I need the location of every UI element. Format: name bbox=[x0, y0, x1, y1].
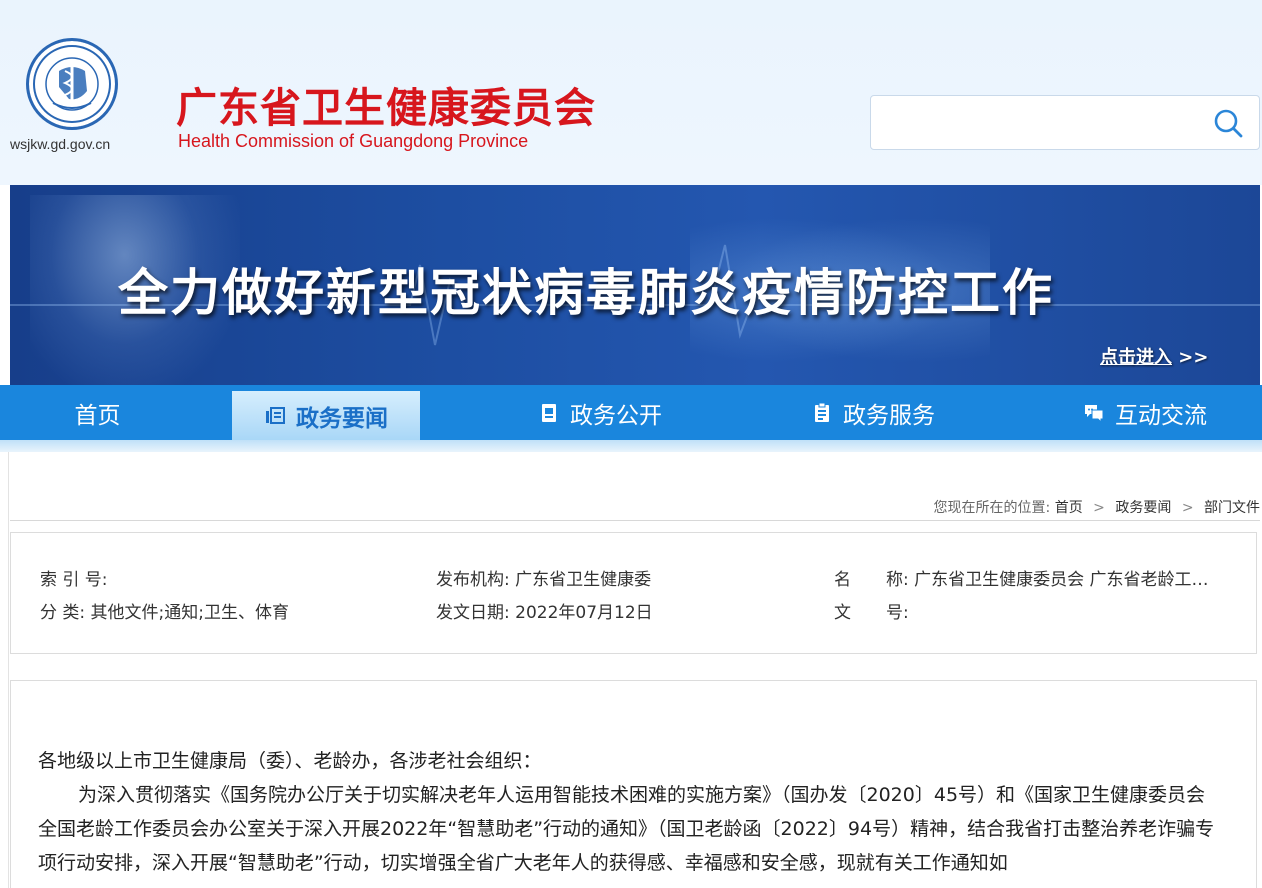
banner-enter-label: 点击进入 bbox=[1100, 347, 1172, 368]
breadcrumb-separator: > bbox=[1181, 500, 1194, 516]
meta-publisher-value: 广东省卫生健康委 bbox=[515, 570, 652, 590]
site-domain: wsjkw.gd.gov.cn bbox=[10, 136, 111, 152]
covid-banner[interactable]: 全力做好新型冠状病毒肺炎疫情防控工作 点击进入 >> bbox=[10, 185, 1260, 385]
chat-icon bbox=[1085, 404, 1104, 423]
meta-index: 索 引 号: bbox=[40, 565, 108, 590]
article-paragraph: 为深入贯彻落实《国务院办公厅关于切实解决老年人运用智能技术困难的实施方案》（国办… bbox=[38, 784, 1215, 874]
site-title[interactable]: 广东省卫生健康委员会 bbox=[176, 74, 596, 134]
search-icon[interactable] bbox=[1211, 106, 1245, 140]
meta-doc-no-label-2: 号: bbox=[886, 603, 909, 623]
breadcrumb-divider bbox=[10, 520, 1260, 521]
meta-name-value: 广东省卫生健康委员会 广东省老龄工… bbox=[914, 570, 1209, 590]
breadcrumb-prefix: 您现在所在的位置: bbox=[933, 500, 1051, 516]
nav-item-label: 政务要闻 bbox=[296, 405, 388, 432]
meta-name: 称: 广东省卫生健康委员会 广东省老龄工… bbox=[886, 565, 1226, 590]
document-meta-box bbox=[10, 532, 1257, 654]
search-input[interactable] bbox=[879, 104, 1199, 142]
nav-item-home[interactable]: 首页 bbox=[0, 385, 195, 440]
article-salutation: 各地级以上市卫生健康局（委）、老龄办，各涉老社会组织： bbox=[38, 750, 542, 772]
meta-date: 发文日期: 2022年07月12日 bbox=[436, 598, 653, 623]
meta-name-label-2: 称: bbox=[886, 570, 909, 590]
meta-publisher-label: 发布机构: bbox=[436, 570, 510, 590]
nav-item-services[interactable]: 政务服务 bbox=[773, 385, 973, 440]
banner-enter-link[interactable]: 点击进入 >> bbox=[1100, 343, 1208, 369]
nav-item-label: 政务服务 bbox=[843, 402, 935, 429]
breadcrumb-dept-docs[interactable]: 部门文件 bbox=[1204, 500, 1260, 516]
site-subtitle: Health Commission of Guangdong Province bbox=[178, 131, 529, 151]
meta-date-label: 发文日期: bbox=[436, 603, 510, 623]
nav-item-label: 首页 bbox=[74, 402, 121, 429]
nav-item-interaction[interactable]: 互动交流 bbox=[1045, 385, 1245, 440]
nav-shadow bbox=[0, 440, 1262, 452]
site-header: wsjkw.gd.gov.cn 广东省卫生健康委员会 Health Commis… bbox=[0, 0, 1262, 185]
meta-publisher: 发布机构: 广东省卫生健康委 bbox=[436, 565, 651, 590]
meta-doc-no: 号: bbox=[886, 598, 909, 623]
meta-category-label: 分 类: bbox=[40, 603, 86, 623]
breadcrumb: 您现在所在的位置: 首页 > 政务要闻 > 部门文件 bbox=[934, 497, 1260, 517]
breadcrumb-home[interactable]: 首页 bbox=[1055, 500, 1083, 516]
nav-item-label: 互动交流 bbox=[1115, 402, 1207, 429]
meta-date-value: 2022年07月12日 bbox=[515, 603, 653, 623]
search-box bbox=[870, 95, 1260, 150]
health-commission-emblem-icon[interactable] bbox=[26, 38, 118, 130]
banner-headline: 全力做好新型冠状病毒肺炎疫情防控工作 bbox=[118, 264, 1054, 322]
meta-category-value: 其他文件;通知;卫生、体育 bbox=[90, 603, 290, 623]
breadcrumb-separator: > bbox=[1093, 500, 1105, 516]
nav-item-news[interactable]: 政务要闻 bbox=[232, 391, 420, 440]
document-icon bbox=[542, 403, 556, 422]
banner-enter-arrows: >> bbox=[1178, 347, 1209, 368]
meta-name-label-1: 名 bbox=[834, 570, 851, 590]
nav-item-public-affairs[interactable]: 政务公开 bbox=[500, 385, 700, 440]
news-icon bbox=[266, 406, 285, 424]
nav-item-label: 政务公开 bbox=[570, 402, 662, 429]
breadcrumb-news[interactable]: 政务要闻 bbox=[1115, 500, 1171, 516]
article-body: 各地级以上市卫生健康局（委）、老龄办，各涉老社会组织： 为深入贯彻落实《国务院办… bbox=[38, 744, 1228, 880]
main-nav: 首页 政务要闻 政务公开 政务服务 互动交流 bbox=[0, 385, 1262, 440]
meta-index-label: 索 引 号: bbox=[40, 570, 108, 590]
meta-category: 分 类: 其他文件;通知;卫生、体育 bbox=[40, 598, 289, 623]
meta-doc-no-label-1: 文 bbox=[834, 603, 851, 623]
clipboard-icon bbox=[815, 402, 829, 422]
